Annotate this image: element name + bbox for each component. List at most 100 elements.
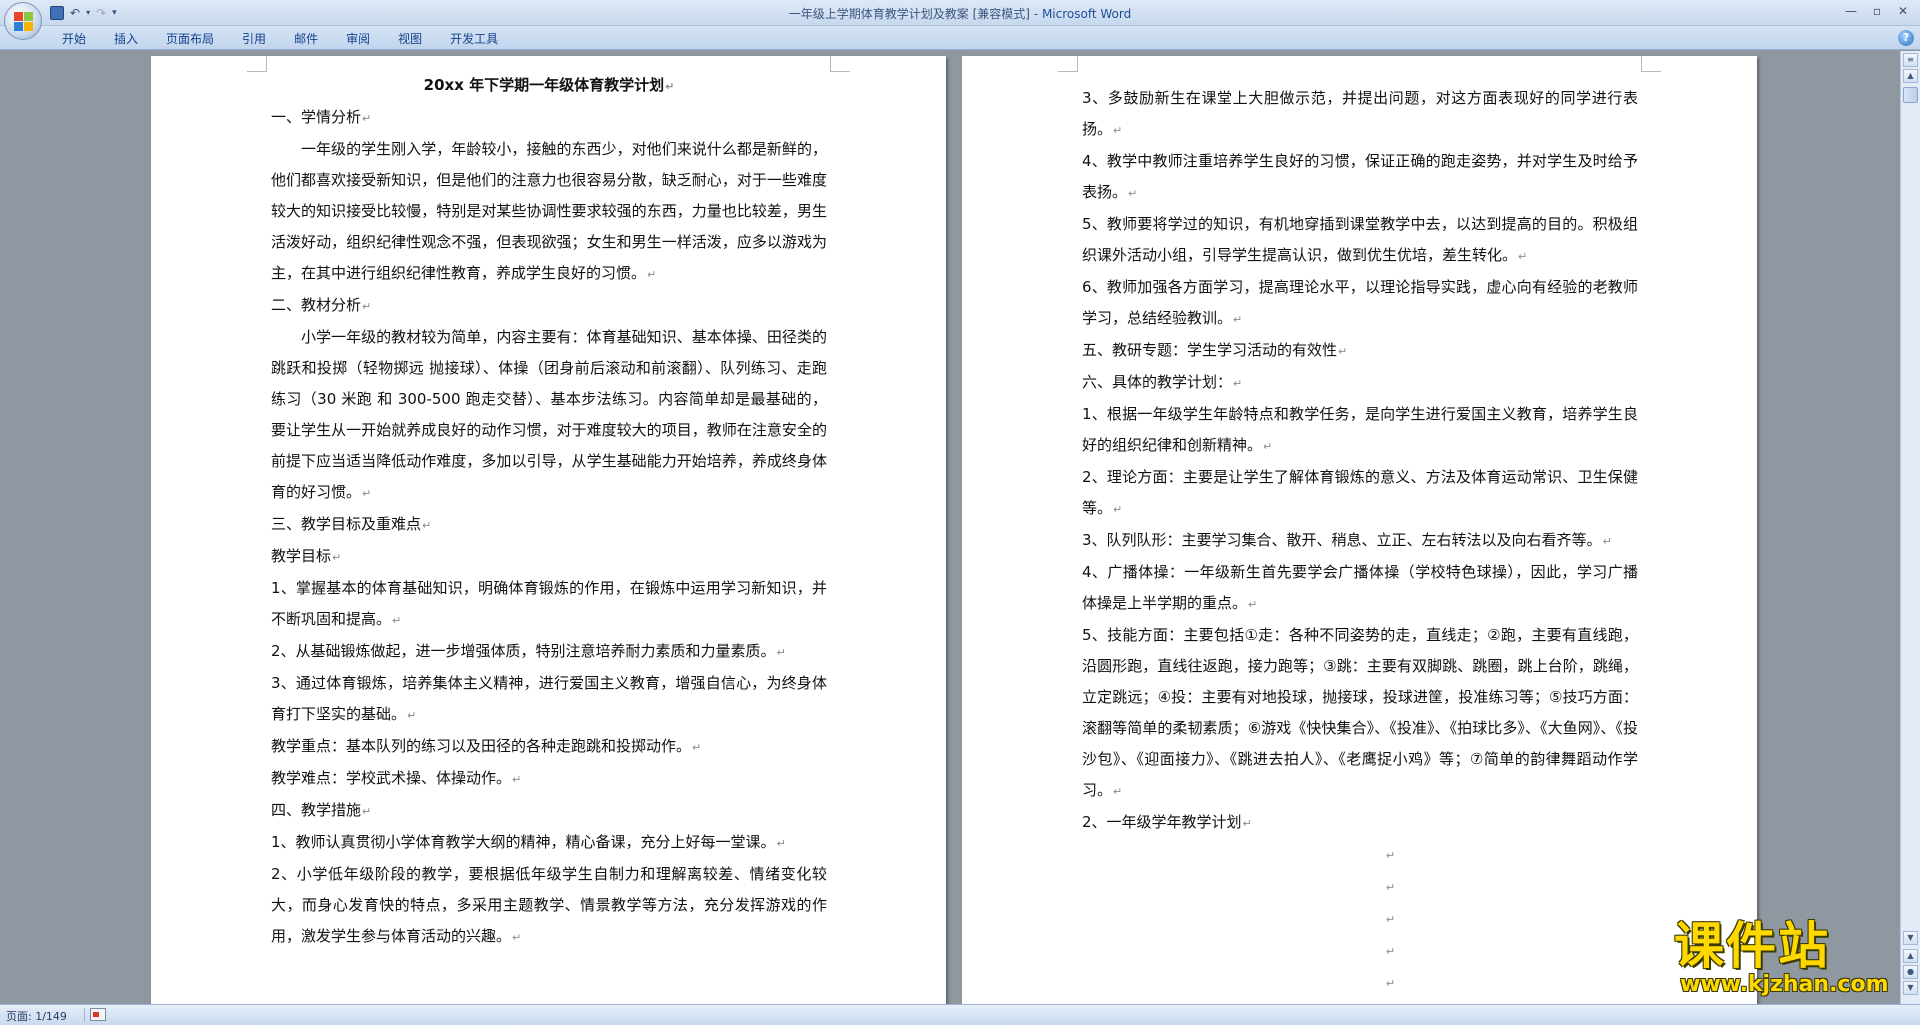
paragraph: 2、小学低年级阶段的教学，要根据低年级学生自制力和理解离较差、情绪变化较大，而身… <box>271 859 827 953</box>
tab-mailings[interactable]: 邮件 <box>280 29 332 49</box>
office-button[interactable] <box>4 2 42 40</box>
title-bar: ↶ ▾ ↷ ▾ 一年级上学期体育教学计划及教案 [兼容模式] - Microso… <box>0 0 1920 26</box>
tab-review[interactable]: 审阅 <box>332 29 384 49</box>
paragraph: 6、教师加强各方面学习，提高理论水平，以理论指导实践，虚心向有经验的老教师学习，… <box>1082 272 1638 335</box>
document-page-right[interactable]: 3、多鼓励新生在课堂上大胆做示范，并提出问题，对这方面表现好的同学进行表扬。↵ 4… <box>962 56 1757 1004</box>
window-controls: — ▫ ✕ <box>1838 2 1916 20</box>
paragraph-mark-icon: ↵ <box>1233 313 1243 326</box>
paragraph-mark-icon: ↵ <box>647 268 657 281</box>
paragraph: 一年级的学生刚入学，年龄较小，接触的东西少，对他们来说什么都是新鲜的，他们都喜欢… <box>271 134 827 290</box>
paragraph: 二、教材分析↵ <box>271 290 827 322</box>
paragraph-mark-icon: ↵ <box>392 614 402 627</box>
paragraph-text: 教学重点：基本队列的练习以及田径的各种走跑跳和投掷动作。 <box>271 737 692 755</box>
paragraph-text: 三、教学目标及重难点 <box>271 515 422 533</box>
proofing-icon[interactable] <box>90 1008 106 1021</box>
title-separator: - <box>1029 7 1042 21</box>
paragraph-mark-icon: ↵ <box>1248 598 1258 611</box>
paragraph-text: 一年级的学生刚入学，年龄较小，接触的东西少，对他们来说什么都是新鲜的，他们都喜欢… <box>271 140 827 282</box>
paragraph: 5、教师要将学过的知识，有机地穿插到课堂教学中去，以达到提高的目的。积极组织课外… <box>1082 209 1638 272</box>
crop-mark <box>1641 56 1661 72</box>
app-name: Microsoft Word <box>1041 7 1132 21</box>
crop-mark <box>247 56 267 72</box>
paragraph-mark-icon: ↵ <box>1128 187 1138 200</box>
paragraph: 六、具体的教学计划：↵ <box>1082 367 1638 399</box>
paragraph-mark-icon: ↵ <box>1263 440 1273 453</box>
paragraph: 4、教学中教师注重培养学生良好的习惯，保证正确的跑走姿势，并对学生及时给予表扬。… <box>1082 146 1638 209</box>
paragraph-text: 小学一年级的教材较为简单，内容主要有：体育基础知识、基本体操、田径类的跳跃和投掷… <box>271 328 827 501</box>
paragraph-text: 1、掌握基本的体育基础知识，明确体育锻炼的作用，在锻炼中运用学习新知识，并不断巩… <box>271 579 827 628</box>
minimize-icon[interactable]: — <box>1838 2 1864 20</box>
paragraph-text: 4、教学中教师注重培养学生良好的习惯，保证正确的跑走姿势，并对学生及时给予表扬。 <box>1082 152 1638 201</box>
paragraph-mark-icon: ↵ <box>1385 881 1396 894</box>
paragraph-mark-icon: ↵ <box>362 487 372 500</box>
crop-mark <box>1058 56 1078 72</box>
document-title-heading: 20xx 年下学期一年级体育教学计划↵ <box>271 70 827 102</box>
paragraph-mark-icon: ↵ <box>1338 345 1348 358</box>
maximize-icon[interactable]: ▫ <box>1864 2 1890 20</box>
tab-home[interactable]: 开始 <box>48 29 100 49</box>
scroll-thumb[interactable] <box>1903 87 1918 103</box>
paragraph: 一、学情分析↵ <box>271 102 827 134</box>
paragraph-text: 3、通过体育锻炼，培养集体主义精神，进行爱国主义教育，增强自信心，为终身体育打下… <box>271 674 827 723</box>
paragraph-mark-icon: ↵ <box>407 709 417 722</box>
paragraph-mark-icon: ↵ <box>1113 124 1123 137</box>
window-title: 一年级上学期体育教学计划及教案 [兼容模式] - Microsoft Word <box>0 5 1920 22</box>
empty-paragraph: ↵ <box>1082 967 1638 999</box>
paragraph-text: 1、教师认真贯彻小学体育教学大纲的精神，精心备课，充分上好每一堂课。 <box>271 833 776 851</box>
tab-references[interactable]: 引用 <box>228 29 280 49</box>
paragraph-mark-icon: ↵ <box>332 551 342 564</box>
page-content-right[interactable]: 3、多鼓励新生在课堂上大胆做示范，并提出问题，对这方面表现好的同学进行表扬。↵ 4… <box>1082 83 1638 999</box>
paragraph-text: 教学目标 <box>271 547 332 565</box>
paragraph-mark-icon: ↵ <box>1385 913 1396 926</box>
help-icon[interactable]: ? <box>1898 30 1914 46</box>
paragraph: 小学一年级的教材较为简单，内容主要有：体育基础知识、基本体操、田径类的跳跃和投掷… <box>271 322 827 509</box>
paragraph-mark-icon: ↵ <box>692 741 702 754</box>
document-title: 一年级上学期体育教学计划及教案 [兼容模式] <box>788 7 1030 21</box>
paragraph: 1、掌握基本的体育基础知识，明确体育锻炼的作用，在锻炼中运用学习新知识，并不断巩… <box>271 573 827 636</box>
paragraph-mark-icon: ↵ <box>1518 250 1528 263</box>
paragraph-mark-icon: ↵ <box>512 931 522 944</box>
scroll-up-icon[interactable]: ▲ <box>1903 69 1918 83</box>
page-counter[interactable]: 页面: 1/149 <box>6 1008 67 1024</box>
paragraph-mark-icon: ↵ <box>1113 785 1123 798</box>
empty-paragraph: ↵ <box>1082 871 1638 903</box>
paragraph: 1、教师认真贯彻小学体育教学大纲的精神，精心备课，充分上好每一堂课。↵ <box>271 827 827 859</box>
paragraph-text: 教学难点：学校武术操、体操动作。 <box>271 769 512 787</box>
paragraph: 四、教学措施↵ <box>271 795 827 827</box>
tab-developer[interactable]: 开发工具 <box>436 29 512 49</box>
empty-paragraph: ↵ <box>1082 839 1638 871</box>
ribbon-tabs: 开始 插入 页面布局 引用 邮件 审阅 视图 开发工具 <box>48 29 512 49</box>
vertical-scrollbar[interactable]: ≡ ▲ ▼ ▲ ● ▼ <box>1900 51 1920 1004</box>
empty-paragraph: ↵ <box>1082 935 1638 967</box>
paragraph-text: 3、队列队形：主要学习集合、散开、稍息、立正、左右转法以及向右看齐等。 <box>1082 531 1602 549</box>
status-bar: 页面: 1/149 <box>0 1004 1920 1025</box>
tab-insert[interactable]: 插入 <box>100 29 152 49</box>
ribbon-tab-bar: 开始 插入 页面布局 引用 邮件 审阅 视图 开发工具 ? <box>0 26 1920 50</box>
select-browse-object-icon[interactable]: ● <box>1903 965 1918 979</box>
paragraph: 3、多鼓励新生在课堂上大胆做示范，并提出问题，对这方面表现好的同学进行表扬。↵ <box>1082 83 1638 146</box>
paragraph-mark-icon: ↵ <box>1385 849 1396 862</box>
paragraph-mark-icon: ↵ <box>362 112 372 125</box>
page-content-left[interactable]: 20xx 年下学期一年级体育教学计划↵ 一、学情分析↵ 一年级的学生刚入学，年龄较小… <box>271 70 827 953</box>
close-icon[interactable]: ✕ <box>1890 2 1916 20</box>
scroll-down-icon[interactable]: ▼ <box>1903 931 1918 945</box>
document-page-left[interactable]: 20xx 年下学期一年级体育教学计划↵ 一、学情分析↵ 一年级的学生刚入学，年龄较小… <box>151 56 946 1004</box>
next-page-icon[interactable]: ▼ <box>1903 981 1918 995</box>
paragraph-text: 3、多鼓励新生在课堂上大胆做示范，并提出问题，对这方面表现好的同学进行表扬。 <box>1082 89 1638 138</box>
paragraph-mark-icon: ↵ <box>1385 977 1396 990</box>
paragraph: 教学难点：学校武术操、体操动作。↵ <box>271 763 827 795</box>
status-divider <box>84 1008 85 1022</box>
paragraph-mark-icon: ↵ <box>776 837 786 850</box>
paragraph: 教学目标↵ <box>271 541 827 573</box>
watermark-url: www.kjzhan.com <box>1680 972 1889 997</box>
paragraph-text: 五、教研专题：学生学习活动的有效性 <box>1082 341 1338 359</box>
paragraph: 2、从基础锻炼做起，进一步增强体质，特别注意培养耐力素质和力量素质。↵ <box>271 636 827 668</box>
paragraph-text: 2、理论方面：主要是让学生了解体育锻炼的意义、方法及体育运动常识、卫生保健等。 <box>1082 468 1638 517</box>
tab-view[interactable]: 视图 <box>384 29 436 49</box>
empty-paragraph: ↵ <box>1082 903 1638 935</box>
tab-page-layout[interactable]: 页面布局 <box>152 29 228 49</box>
paragraph-text: 4、广播体操：一年级新生首先要学会广播体操（学校特色球操），因此，学习广播体操是… <box>1082 563 1638 612</box>
ruler-toggle-icon[interactable]: ≡ <box>1903 53 1918 67</box>
previous-page-icon[interactable]: ▲ <box>1903 949 1918 963</box>
paragraph-mark-icon: ↵ <box>1385 945 1396 958</box>
